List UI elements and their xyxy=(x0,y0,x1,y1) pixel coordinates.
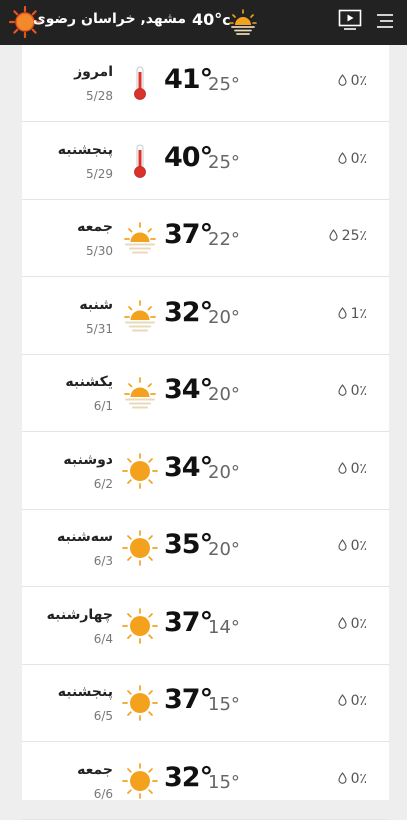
raindrop-icon xyxy=(338,74,347,86)
precipitation-value: 0٪ xyxy=(350,73,367,89)
sun-haze-icon xyxy=(122,296,158,336)
precipitation-value: 0٪ xyxy=(350,770,367,787)
top-bar: مشهد, خراسان رضوی 40°c xyxy=(0,0,407,45)
day-date: 5/31 xyxy=(86,321,113,336)
forecast-row[interactable]: سه‌شنبه 6/3 35° 20° 0٪ xyxy=(22,509,389,587)
precipitation-value: 0٪ xyxy=(350,693,367,709)
precipitation: 0٪ xyxy=(338,151,367,167)
precipitation-value: 0٪ xyxy=(350,538,367,554)
low-temperature: 14° xyxy=(208,616,240,638)
forecast-row[interactable]: چهارشنبه 6/4 37° 14° 0٪ xyxy=(22,587,389,665)
day-name: پنجشنبه xyxy=(57,141,113,158)
precipitation: 1٪ xyxy=(338,306,367,322)
day-name: چهارشنبه xyxy=(46,606,113,623)
precipitation-value: 0٪ xyxy=(350,460,367,477)
sun-icon xyxy=(122,683,158,723)
forecast-row[interactable]: پنجشنبه 6/5 37° 15° 0٪ xyxy=(22,664,389,742)
precipitation: 0٪ xyxy=(338,383,367,399)
sun-haze-icon xyxy=(229,9,257,35)
high-temperature: 40° xyxy=(164,141,213,173)
forecast-list: امروز 5/28 41° 25° 0٪ پنجشنبه 5/29 40° 2… xyxy=(22,44,389,820)
forecast-row[interactable]: یکشنبه 6/1 34° 20° 0٪ xyxy=(22,354,389,432)
low-temperature: 20° xyxy=(208,306,240,328)
forecast-row[interactable]: امروز 5/28 41° 25° 0٪ xyxy=(22,44,389,122)
forecast-row[interactable]: پنجشنبه 5/29 40° 25° 0٪ xyxy=(22,122,389,200)
sun-icon xyxy=(122,606,158,646)
header-temperature-value: 40° xyxy=(192,10,223,29)
day-name: پنجشنبه xyxy=(57,684,113,700)
raindrop-icon xyxy=(338,306,347,319)
raindrop-icon xyxy=(338,616,347,629)
precipitation: 0٪ xyxy=(338,73,367,89)
low-temperature: 22° xyxy=(208,229,240,250)
low-temperature: 20° xyxy=(208,384,240,405)
low-temperature: 20° xyxy=(208,461,240,483)
high-temperature: 34° xyxy=(164,451,213,483)
day-name: دوشنبه xyxy=(63,451,113,468)
high-temperature: 35° xyxy=(164,529,213,560)
day-date: 5/30 xyxy=(86,244,113,258)
day-name: یکشنبه xyxy=(65,374,113,390)
tv-play-icon[interactable] xyxy=(338,9,362,31)
raindrop-icon xyxy=(329,229,338,241)
precipitation: 0٪ xyxy=(338,538,367,554)
raindrop-icon xyxy=(338,461,347,474)
hamburger-menu-icon[interactable] xyxy=(375,12,395,30)
raindrop-icon xyxy=(338,151,347,164)
precipitation: 0٪ xyxy=(338,461,367,477)
day-date: 5/28 xyxy=(86,89,113,103)
sun-haze-icon xyxy=(122,218,158,258)
low-temperature: 25° xyxy=(208,151,240,173)
precipitation: 0٪ xyxy=(338,693,367,709)
day-date: 6/2 xyxy=(93,476,113,491)
day-date: 6/1 xyxy=(93,399,113,413)
high-temperature: 41° xyxy=(164,64,213,95)
thermometer-hot-icon xyxy=(122,63,158,103)
day-name: شنبه xyxy=(79,296,113,313)
day-date: 5/29 xyxy=(86,166,113,181)
day-date: 6/6 xyxy=(93,786,113,801)
header-location[interactable]: مشهد, خراسان رضوی xyxy=(33,11,186,27)
precipitation: 0٪ xyxy=(338,771,367,787)
sun-haze-icon xyxy=(122,373,158,413)
raindrop-icon xyxy=(338,694,347,706)
precipitation-value: 0٪ xyxy=(350,383,367,399)
precipitation-value: 0٪ xyxy=(350,150,367,167)
day-name: سه‌شنبه xyxy=(57,529,113,545)
forecast-row[interactable]: جمعه 5/30 37° 22° 25٪ xyxy=(22,199,389,277)
header-temperature: 40°c xyxy=(192,10,231,29)
high-temperature: 32° xyxy=(164,296,213,328)
forecast-row[interactable]: دوشنبه 6/2 34° 20° 0٪ xyxy=(22,432,389,510)
low-temperature: 25° xyxy=(208,74,240,95)
raindrop-icon xyxy=(338,771,347,784)
sun-icon xyxy=(122,761,158,801)
high-temperature: 37° xyxy=(164,606,213,638)
low-temperature: 15° xyxy=(208,771,240,793)
raindrop-icon xyxy=(338,384,347,396)
forecast-row[interactable]: شنبه 5/31 32° 20° 1٪ xyxy=(22,277,389,355)
low-temperature: 15° xyxy=(208,694,240,715)
day-name: امروز xyxy=(74,64,113,80)
high-temperature: 34° xyxy=(164,374,213,405)
thermometer-hot-icon xyxy=(122,141,158,181)
high-temperature: 37° xyxy=(164,219,213,250)
day-name: جمعه xyxy=(77,761,113,778)
raindrop-icon xyxy=(338,539,347,551)
sun-icon xyxy=(122,451,158,491)
precipitation-value: 1٪ xyxy=(350,305,367,322)
low-temperature: 20° xyxy=(208,539,240,560)
day-name: جمعه xyxy=(77,219,113,235)
day-date: 6/3 xyxy=(93,554,113,568)
day-date: 6/4 xyxy=(93,631,113,646)
forecast-row[interactable]: جمعه 6/6 32° 15° 0٪ xyxy=(22,742,389,820)
day-date: 6/5 xyxy=(93,709,113,723)
precipitation-value: 0٪ xyxy=(350,615,367,632)
sun-icon xyxy=(122,528,158,568)
precipitation-value: 25٪ xyxy=(341,228,367,244)
precipitation: 0٪ xyxy=(338,616,367,632)
high-temperature: 32° xyxy=(164,761,213,793)
high-temperature: 37° xyxy=(164,684,213,715)
precipitation: 25٪ xyxy=(329,228,367,244)
